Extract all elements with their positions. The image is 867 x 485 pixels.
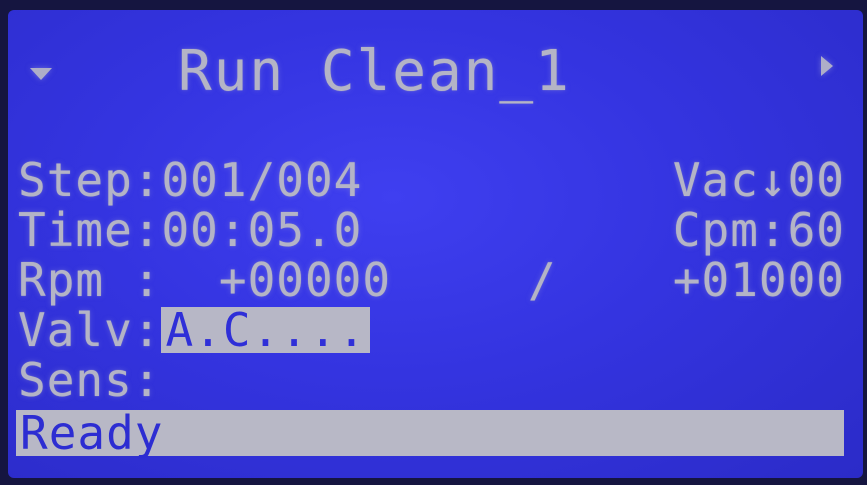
triangle-right-icon[interactable]	[821, 56, 833, 76]
rpm-label: Rpm :	[18, 253, 162, 307]
time-value: 00:05.0	[161, 203, 363, 257]
vac-readout: Vac↓00	[672, 153, 845, 207]
sensor-label: Sens:	[18, 353, 162, 407]
lcd-screen: Run Clean_1 Step:001/004 Vac↓00 Time:00:…	[8, 10, 863, 478]
program-title: Run Clean_1	[178, 39, 571, 104]
step-value: 001/004	[161, 153, 363, 207]
valve-state[interactable]: A.C....	[161, 307, 371, 353]
time-row: Time:00:05.0	[18, 206, 362, 254]
valve-row: Valv:A.C....	[18, 303, 371, 357]
rpm-value: +00000	[218, 253, 392, 307]
valve-label: Valv:	[18, 303, 162, 357]
cpm-readout: Cpm:60	[672, 203, 845, 257]
status-text: Ready	[20, 406, 164, 460]
sensor-row: Sens:	[18, 356, 161, 404]
rpm-row: Rpm : +00000	[18, 256, 391, 304]
rpm-target: +01000	[672, 253, 845, 307]
device-frame: Run Clean_1 Step:001/004 Vac↓00 Time:00:…	[0, 0, 867, 485]
title-row: Run Clean_1	[8, 36, 863, 108]
step-label: Step:	[18, 153, 162, 207]
triangle-down-icon[interactable]	[30, 68, 52, 80]
step-row: Step:001/004	[18, 156, 362, 204]
time-label: Time:	[18, 203, 162, 257]
rpm-separator: /	[528, 253, 556, 307]
